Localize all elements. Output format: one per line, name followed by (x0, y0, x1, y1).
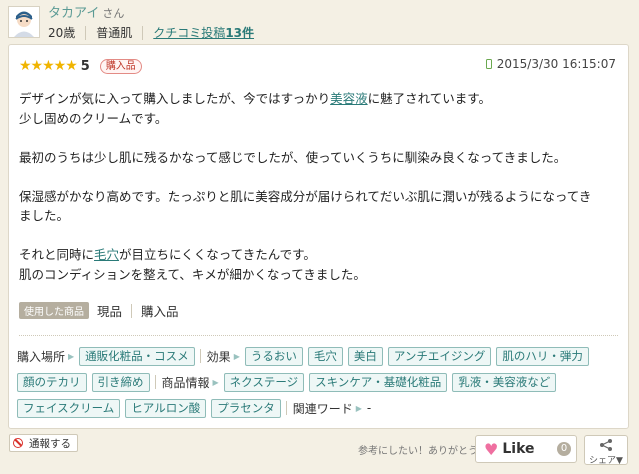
review-line: 肌のコンディションを整えて、キメが細かくなってきました。 (19, 266, 366, 282)
divider (131, 303, 133, 318)
effect-label: 効果 (206, 349, 231, 364)
used-product-item: 購入品 (141, 304, 179, 319)
review-body: デザインが気に入って購入しましたが、今ではすっかり美容液に魅了されています。 少… (19, 89, 619, 284)
divider (199, 349, 201, 363)
heart-icon: ♥ (484, 439, 499, 459)
used-product-item: 現品 (97, 304, 123, 319)
helpful-text: 参考にしたい！ありがとう (358, 446, 478, 457)
reviewer-header: タカアイ さん 20歳 普通肌 クチコミ投稿13件 (8, 6, 254, 40)
review-line: 少し固めのクリームです。 (19, 110, 168, 126)
review-page: タカアイ さん 20歳 普通肌 クチコミ投稿13件 ★★★★★ 5 購入品 201… (0, 0, 639, 474)
review-line: 最初のうちは少し肌に残るかなって感じでしたが、使っていくうちに馴染み良くなってき… (19, 149, 567, 165)
related-words-value: - (366, 401, 372, 415)
review-line: デザインが気に入って購入しましたが、今ではすっかり美容液に魅了されています。 (19, 89, 619, 109)
tag-moisture[interactable]: うるおい (244, 346, 303, 366)
mobile-phone-icon (485, 59, 492, 69)
like-count: 0 (557, 442, 571, 456)
reviewer-honorific: さん (102, 7, 125, 20)
tag-firmness[interactable]: 肌のハリ・弾力 (496, 346, 589, 366)
triangle-right-icon: ▶ (355, 403, 362, 413)
prohibited-icon (13, 438, 23, 448)
avatar[interactable] (8, 6, 40, 38)
tag-pores[interactable]: 毛穴 (307, 346, 343, 366)
review-line: 保湿感がかなり高めです。たっぷりと肌に美容成分が届けられてだいぶ肌に潤いが残るよ… (19, 188, 592, 204)
tag-hyaluronic-acid[interactable]: ヒアルロン酸 (125, 398, 207, 418)
review-text: が目立ちにくくなってきたんです。 (119, 247, 316, 262)
share-button[interactable]: シェア▼ (584, 435, 628, 466)
tag-milky-lotion-serum[interactable]: 乳液・美容液など (452, 372, 557, 392)
tag-facial-shine[interactable]: 顔のテカリ (17, 372, 87, 392)
reviewer-age: 20歳 (48, 26, 76, 40)
tag-area: 購入場所 ▶ 通販化粧品・コスメ 効果 ▶ うるおい 毛穴 美白 アンチエイジン… (17, 346, 623, 424)
star-rating-icon: ★★★★★ (19, 58, 78, 74)
tag-face-cream[interactable]: フェイスクリーム (17, 398, 121, 418)
keyword-link-pores[interactable]: 毛穴 (94, 247, 119, 262)
review-date-text: 2015/3/30 16:15:07 (496, 57, 616, 71)
share-icon (600, 439, 612, 451)
like-label: Like (502, 441, 535, 457)
review-text: それと同時に (19, 247, 95, 262)
keyword-link-serum[interactable]: 美容液 (330, 91, 368, 106)
tag-line: 購入場所 ▶ 通販化粧品・コスメ 効果 ▶ うるおい 毛穴 美白 アンチエイジン… (17, 346, 623, 366)
tag-nextage[interactable]: ネクステージ (223, 372, 305, 392)
rating-row: ★★★★★ 5 購入品 (19, 58, 142, 74)
tag-mail-order-cosmetics[interactable]: 通販化粧品・コスメ (79, 346, 195, 366)
used-product-row: 使用した商品 現品 購入品 (19, 301, 179, 320)
review-line: それと同時に毛穴が目立ちにくくなってきたんです。 (19, 245, 619, 265)
divider (85, 26, 87, 40)
review-count: 13件 (225, 26, 255, 40)
related-words-label: 関連ワード (292, 401, 353, 416)
tag-skincare[interactable]: スキンケア・基礎化粧品 (309, 372, 448, 392)
review-line: ました。 (19, 208, 70, 223)
report-label: 通報する (29, 437, 71, 450)
purchase-badge: 購入品 (99, 58, 142, 74)
tag-tightening[interactable]: 引き締め (91, 372, 150, 392)
tag-placenta[interactable]: プラセンタ (211, 398, 281, 418)
product-info-label: 商品情報 (161, 375, 210, 390)
triangle-right-icon: ▶ (68, 351, 75, 361)
tag-whitening[interactable]: 美白 (347, 346, 383, 366)
tag-anti-aging[interactable]: アンチエイジング (387, 346, 492, 366)
purchase-place-label: 購入場所 (17, 349, 66, 364)
report-button[interactable]: 通報する (9, 434, 78, 452)
triangle-right-icon: ▶ (212, 377, 219, 387)
tag-line: フェイスクリーム ヒアルロン酸 プラセンタ 関連ワード ▶ - (17, 398, 623, 418)
share-label: シェア▼ (589, 456, 623, 466)
rating-score: 5 (80, 58, 90, 74)
avatar-icon (9, 7, 39, 37)
divider (285, 401, 287, 415)
divider (142, 26, 144, 40)
review-text: デザインが気に入って購入しましたが、今ではすっかり (19, 91, 331, 106)
review-card: ★★★★★ 5 購入品 2015/3/30 16:15:07 デザインが気に入っ… (8, 44, 629, 429)
review-date: 2015/3/30 16:15:07 (485, 57, 616, 71)
reviewer-name[interactable]: タカアイ (48, 6, 99, 21)
used-product-label: 使用した商品 (19, 302, 89, 319)
section-divider (19, 335, 618, 336)
like-button[interactable]: ♥ Like 0 (475, 435, 577, 463)
review-count-link[interactable]: クチコミ投稿13件 (153, 24, 254, 42)
review-text: に魅了されています。 (367, 91, 492, 106)
divider (154, 375, 156, 389)
tag-line: 顔のテカリ 引き締め 商品情報 ▶ ネクステージ スキンケア・基礎化粧品 乳液・… (17, 372, 623, 392)
review-count-prefix: クチコミ投稿 (153, 26, 226, 40)
triangle-right-icon: ▶ (233, 351, 240, 361)
reviewer-skin-type: 普通肌 (96, 26, 133, 40)
